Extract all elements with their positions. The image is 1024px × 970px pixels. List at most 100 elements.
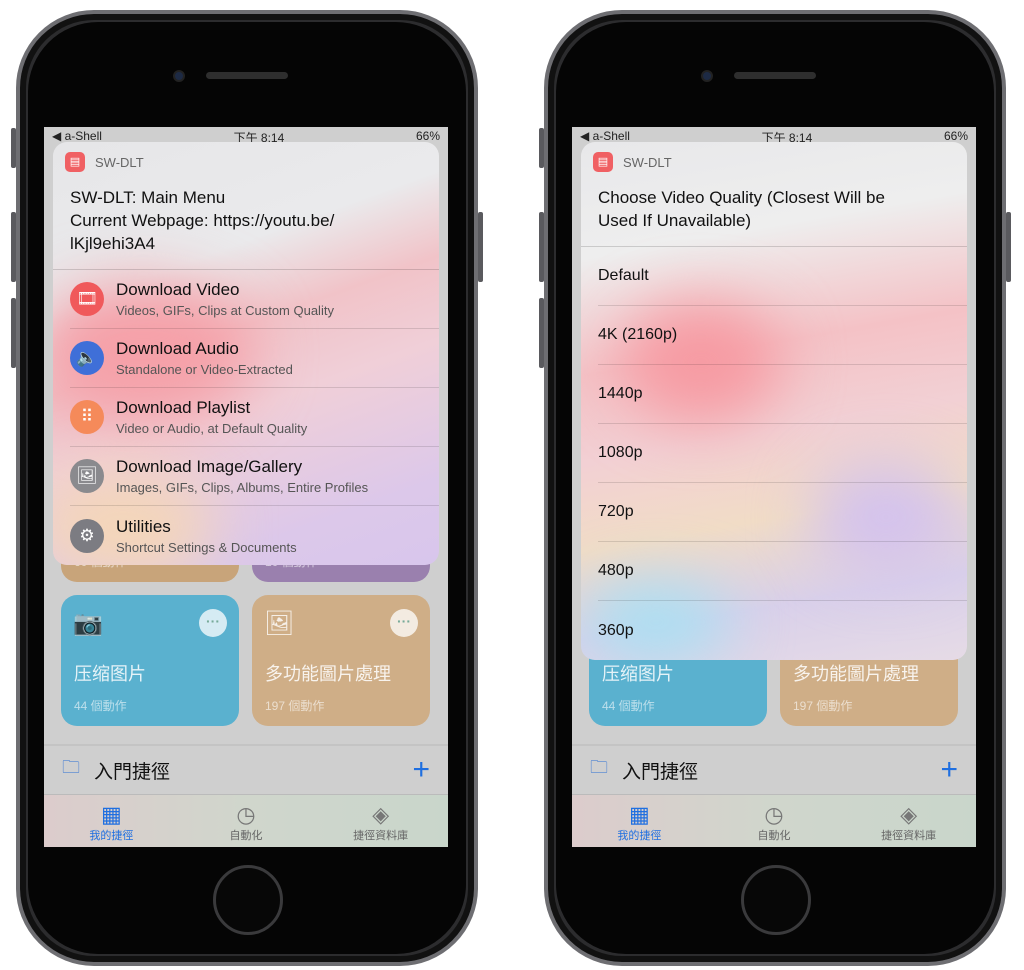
quality-option[interactable]: Default: [598, 247, 967, 306]
quality-option[interactable]: 720p: [598, 483, 967, 542]
back-to-app[interactable]: ◀ a-Shell: [580, 129, 630, 143]
tab-gallery[interactable]: ◈ 捷徑資料庫: [313, 795, 448, 847]
item-label: Utilities: [116, 516, 171, 536]
clock-check-icon: ◷: [236, 802, 256, 827]
home-button[interactable]: [213, 865, 283, 935]
power-button: [478, 212, 483, 282]
phone-right: ◀ a-Shell 下午 8:14 66% 压缩图片 44 個動作 多功能圖片處理…: [544, 10, 1006, 966]
tile-title: 多功能圖片處理: [793, 664, 919, 684]
quality-option[interactable]: 4K (2160p): [598, 306, 967, 365]
shortcut-tile-image[interactable]: 🖼 ··· 多功能圖片處理 197 個動作: [252, 595, 430, 726]
item-subtitle: Standalone or Video-Extracted: [116, 362, 293, 377]
folder-row[interactable]: 🗀 入門捷徑 +: [572, 744, 976, 794]
menu-item-download-playlist[interactable]: ⠿ Download Playlist Video or Audio, at Def…: [70, 388, 439, 447]
add-icon[interactable]: +: [940, 753, 958, 787]
item-label: Download Playlist: [116, 398, 251, 417]
tab-bar: ▦ 我的捷徑 ◷ 自動化 ◈ 捷徑資料庫: [572, 794, 976, 847]
grid-dots-icon: ⠿: [70, 400, 104, 434]
tab-bar: ▦ 我的捷徑 ◷ 自動化 ◈ 捷徑資料庫: [44, 794, 448, 847]
item-subtitle: Video or Audio, at Default Quality: [116, 421, 308, 436]
gear-icon: ⚙: [70, 518, 104, 553]
clock: 下午 8:14: [761, 131, 813, 145]
volume-down: [539, 298, 544, 368]
shortcut-tile-compress[interactable]: 📷 ··· 压缩图片 44 個動作: [61, 595, 239, 726]
quality-option[interactable]: 1080p: [598, 424, 967, 483]
earpiece: [206, 72, 288, 79]
folder-label: 入門捷徑: [94, 761, 171, 783]
tile-subtitle: 44 個動作: [74, 699, 127, 713]
image-icon: 🖼: [70, 459, 104, 493]
phone-left: ◀ a-Shell 下午 8:14 66% 60 個動作 10 個動作 📷···…: [16, 10, 478, 966]
front-camera: [701, 70, 713, 82]
more-icon[interactable]: ···: [390, 609, 418, 637]
clock: 下午 8:14: [233, 131, 285, 145]
tile-subtitle: 197 個動作: [793, 699, 853, 713]
status-bar: ◀ a-Shell 下午 8:14 66%: [572, 127, 976, 145]
app-name: SW-DLT: [623, 154, 672, 170]
menu-item-download-video[interactable]: 🎞 Download Video Videos, GIFs, Clips at Cu…: [70, 270, 439, 329]
quality-option[interactable]: 1440p: [598, 365, 967, 424]
tile-subtitle: 197 個動作: [265, 699, 325, 713]
tab-label: 自動化: [229, 830, 263, 842]
sheet-title: SW-DLT: Main Menu Current Webpage: https:…: [53, 172, 439, 270]
item-subtitle: Images, GIFs, Clips, Albums, Entire Prof…: [116, 480, 369, 495]
back-to-app[interactable]: ◀ a-Shell: [52, 129, 102, 143]
status-bar: ◀ a-Shell 下午 8:14 66%: [44, 127, 448, 145]
earpiece: [734, 72, 816, 79]
quality-option[interactable]: 480p: [598, 542, 967, 601]
tab-automation[interactable]: ◷ 自動化: [179, 795, 314, 847]
menu-item-download-audio[interactable]: 🔈 Download Audio Standalone or Video-Extra…: [70, 329, 439, 388]
tile-subtitle: 44 個動作: [602, 699, 655, 713]
tab-label: 捷徑資料庫: [881, 830, 937, 842]
tab-label: 我的捷徑: [617, 830, 662, 842]
tab-my-shortcuts[interactable]: ▦ 我的捷徑: [572, 795, 707, 847]
power-button: [1006, 212, 1011, 282]
layers-icon: ◈: [900, 802, 918, 827]
grid-icon: ▦: [100, 802, 122, 827]
speaker-icon: 🔈: [70, 341, 104, 375]
more-icon[interactable]: ···: [199, 609, 227, 637]
folder-icon: 🗀: [62, 757, 80, 777]
volume-up: [11, 212, 16, 282]
front-camera: [173, 70, 185, 82]
item-subtitle: Shortcut Settings & Documents: [116, 539, 297, 555]
menu-item-utilities[interactable]: ⚙ Utilities Shortcut Settings & Documents: [70, 506, 439, 565]
folder-row[interactable]: 🗀 入門捷徑 +: [44, 744, 448, 794]
screen: ◀ a-Shell 下午 8:14 66% 60 個動作 10 個動作 📷···…: [44, 127, 448, 847]
mute-switch: [539, 128, 544, 168]
tile-title: 压缩图片: [74, 664, 146, 684]
tile-title: 多功能圖片處理: [265, 664, 391, 684]
folder-icon: 🗀: [590, 757, 608, 777]
tab-label: 捷徑資料庫: [353, 830, 409, 842]
layers-icon: ◈: [372, 802, 390, 827]
app-icon: ▤: [593, 152, 613, 172]
app-icon: ▤: [65, 152, 85, 172]
photo-icon: 🖼: [264, 610, 295, 637]
clock-check-icon: ◷: [764, 802, 784, 827]
volume-down: [11, 298, 16, 368]
tab-automation[interactable]: ◷ 自動化: [707, 795, 842, 847]
tab-my-shortcuts[interactable]: ▦ 我的捷徑: [44, 795, 179, 847]
item-label: Download Image/Gallery: [116, 457, 303, 476]
home-button[interactable]: [741, 865, 811, 935]
tab-gallery[interactable]: ◈ 捷徑資料庫: [841, 795, 976, 847]
main-menu-sheet: ▤ SW-DLT SW-DLT: Main Menu Current Webpage…: [53, 142, 439, 565]
screen: ◀ a-Shell 下午 8:14 66% 压缩图片 44 個動作 多功能圖片處理…: [572, 127, 976, 847]
battery: 66%: [943, 129, 968, 143]
add-icon[interactable]: +: [412, 753, 430, 787]
tab-label: 自動化: [757, 830, 791, 842]
quality-option[interactable]: 360p: [598, 601, 967, 660]
item-subtitle: Videos, GIFs, Clips at Custom Quality: [116, 303, 334, 318]
menu-item-download-image[interactable]: 🖼 Download Image/Gallery Images, GIFs, Cli…: [70, 447, 439, 506]
item-label: Download Video: [116, 280, 240, 299]
sheet-title: Choose Video Quality (Closest Will be Use…: [581, 172, 967, 247]
folder-label: 入門捷徑: [622, 761, 699, 783]
camera-icon: 📷: [73, 610, 103, 637]
film-icon: 🎞: [70, 282, 104, 316]
mute-switch: [11, 128, 16, 168]
battery: 66%: [415, 129, 440, 143]
volume-up: [539, 212, 544, 282]
tab-label: 我的捷徑: [89, 830, 134, 842]
app-name: SW-DLT: [95, 154, 144, 170]
grid-icon: ▦: [628, 802, 650, 827]
